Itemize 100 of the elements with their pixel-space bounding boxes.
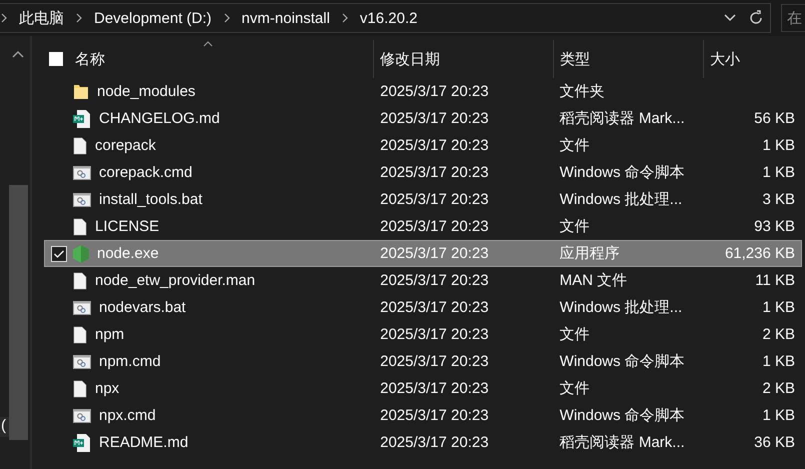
file-size: 1 KB bbox=[762, 299, 796, 316]
file-name: npm bbox=[95, 326, 124, 343]
file-size: 1 KB bbox=[762, 164, 796, 181]
file-row[interactable]: npx.cmd 2025/3/17 20:23 Windows 命令脚本 1 KB bbox=[44, 402, 802, 429]
modified-date: 2025/3/17 20:23 bbox=[380, 83, 489, 100]
file-row[interactable]: install_tools.bat 2025/3/17 20:23 Windows 批处理... 3 KB bbox=[44, 186, 802, 213]
chevron-right-icon bbox=[76, 13, 82, 23]
modified-date: 2025/3/17 20:23 bbox=[380, 407, 489, 424]
file-row[interactable]: LICENSE 2025/3/17 20:23 文件 93 KB bbox=[44, 213, 802, 240]
file-type: 文件 bbox=[560, 325, 590, 344]
modified-date: 2025/3/17 20:23 bbox=[380, 137, 489, 154]
script-gears-icon bbox=[73, 192, 91, 206]
file-row[interactable]: corepack.cmd 2025/3/17 20:23 Windows 命令脚本 1 KB bbox=[44, 159, 802, 186]
scrollbar-thumb[interactable] bbox=[9, 185, 28, 440]
file-size: 11 KB bbox=[755, 272, 796, 289]
file-type: Windows 命令脚本 bbox=[560, 163, 685, 182]
modified-date: 2025/3/17 20:23 bbox=[380, 272, 489, 289]
file-size: 3 KB bbox=[762, 191, 796, 208]
file-icon bbox=[73, 218, 87, 236]
file-name: npx bbox=[95, 380, 120, 397]
file-name: corepack bbox=[95, 137, 156, 154]
file-row[interactable]: CHANGELOG.md 2025/3/17 20:23 稻壳阅读器 Mark... 56 KB bbox=[44, 105, 802, 132]
script-gears-icon bbox=[73, 166, 91, 180]
modified-date: 2025/3/17 20:23 bbox=[380, 191, 489, 208]
file-name: CHANGELOG.md bbox=[99, 110, 220, 127]
file-row[interactable]: node_etw_provider.man 2025/3/17 20:23 MAN 文件 11 KB bbox=[44, 267, 802, 294]
modified-date: 2025/3/17 20:23 bbox=[380, 326, 489, 343]
dropdown-icon[interactable] bbox=[724, 14, 736, 22]
file-name: npm.cmd bbox=[99, 353, 161, 370]
file-row[interactable]: npm.cmd 2025/3/17 20:23 Windows 命令脚本 1 KB bbox=[44, 348, 802, 375]
file-name: README.md bbox=[99, 434, 188, 451]
markdown-file-icon bbox=[73, 108, 91, 128]
column-header[interactable]: 类型 bbox=[560, 50, 590, 68]
chevron-right-icon bbox=[224, 13, 230, 23]
file-name: npx.cmd bbox=[99, 407, 156, 424]
hexagon-app-icon bbox=[73, 244, 89, 262]
modified-date: 2025/3/17 20:23 bbox=[380, 353, 489, 370]
file-size: 61,236 KB bbox=[724, 245, 796, 262]
collapse-icon[interactable] bbox=[12, 50, 24, 58]
file-row[interactable]: node.exe 2025/3/17 20:23 应用程序 61,236 KB bbox=[44, 240, 802, 267]
file-row[interactable]: corepack 2025/3/17 20:23 文件 1 KB bbox=[44, 132, 802, 159]
select-all-checkbox[interactable] bbox=[49, 52, 63, 66]
modified-date: 2025/3/17 20:23 bbox=[380, 380, 489, 397]
file-row[interactable]: node_modules 2025/3/17 20:23 文件夹 bbox=[44, 78, 802, 105]
file-row[interactable]: npx 2025/3/17 20:23 文件 2 KB bbox=[44, 375, 802, 402]
file-name: node_modules bbox=[97, 83, 196, 100]
column-header[interactable]: 大小 bbox=[710, 50, 740, 68]
file-type: MAN 文件 bbox=[560, 271, 628, 290]
file-name: nodevars.bat bbox=[99, 299, 186, 316]
modified-date: 2025/3/17 20:23 bbox=[380, 299, 489, 316]
file-type: Windows 批处理... bbox=[560, 298, 682, 317]
file-type: 应用程序 bbox=[560, 244, 620, 263]
file-type: 文件 bbox=[560, 379, 590, 398]
file-type: 文件 bbox=[560, 136, 590, 155]
file-icon bbox=[73, 380, 87, 398]
file-type: 文件夹 bbox=[560, 82, 605, 101]
file-size: 1 KB bbox=[762, 353, 796, 370]
file-row[interactable]: npm 2025/3/17 20:23 文件 2 KB bbox=[44, 321, 802, 348]
file-name: LICENSE bbox=[95, 218, 160, 235]
file-size: 1 KB bbox=[762, 407, 796, 424]
file-name: corepack.cmd bbox=[99, 164, 192, 181]
script-gears-icon bbox=[73, 300, 91, 314]
checkbox-checked-icon[interactable] bbox=[51, 246, 67, 262]
folder-icon bbox=[73, 82, 89, 100]
file-size: 2 KB bbox=[762, 380, 796, 397]
nav-item-text[interactable]: ( bbox=[0, 417, 9, 437]
file-icon bbox=[73, 272, 87, 290]
file-type: Windows 批处理... bbox=[560, 190, 682, 209]
file-name: node.exe bbox=[97, 245, 159, 262]
file-icon bbox=[73, 326, 87, 344]
script-gears-icon bbox=[73, 354, 91, 368]
file-name: install_tools.bat bbox=[99, 191, 202, 208]
modified-date: 2025/3/17 20:23 bbox=[380, 434, 489, 451]
file-icon bbox=[73, 136, 87, 154]
file-size: 56 KB bbox=[754, 110, 796, 127]
file-size: 1 KB bbox=[762, 137, 796, 154]
breadcrumb-item[interactable]: 此电脑 bbox=[19, 8, 64, 28]
modified-date: 2025/3/17 20:23 bbox=[380, 245, 489, 262]
markdown-file-icon bbox=[73, 432, 91, 452]
modified-date: 2025/3/17 20:23 bbox=[380, 218, 489, 235]
file-type: 稻壳阅读器 Mark... bbox=[560, 433, 685, 452]
file-row[interactable]: nodevars.bat 2025/3/17 20:23 Windows 批处理... 1 KB bbox=[44, 294, 802, 321]
file-type: Windows 命令脚本 bbox=[560, 352, 685, 371]
breadcrumb-item[interactable]: nvm-noinstall bbox=[242, 10, 330, 26]
script-gears-icon bbox=[73, 408, 91, 422]
file-size: 36 KB bbox=[754, 434, 796, 451]
chevron-right-icon bbox=[1, 13, 7, 23]
breadcrumb-item[interactable]: v16.20.2 bbox=[360, 10, 418, 26]
refresh-icon[interactable] bbox=[748, 10, 764, 26]
column-header[interactable]: 修改日期 bbox=[380, 50, 440, 68]
file-type: 稻壳阅读器 Mark... bbox=[560, 109, 685, 128]
file-type: 文件 bbox=[560, 217, 590, 236]
search-field[interactable]: 在 bbox=[781, 4, 805, 32]
file-row[interactable]: README.md 2025/3/17 20:23 稻壳阅读器 Mark... 36 KB bbox=[44, 429, 802, 456]
breadcrumb-item[interactable]: Development (D:) bbox=[94, 10, 212, 26]
address-bar[interactable]: 此电脑 Development (D:) nvm-noinstall v16.20.2 bbox=[0, 3, 771, 33]
column-header[interactable]: 名称 bbox=[75, 50, 105, 68]
modified-date: 2025/3/17 20:23 bbox=[380, 110, 489, 127]
chevron-right-icon bbox=[342, 13, 348, 23]
file-size: 2 KB bbox=[762, 326, 796, 343]
